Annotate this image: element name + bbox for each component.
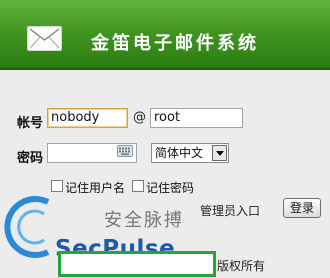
- header-bar: 金笛电子邮件系统: [0, 0, 330, 68]
- app-title: 金笛电子邮件系统: [91, 33, 259, 54]
- copyright-text: 版权所有: [217, 259, 266, 273]
- watermark-cn-text: 安全脉搏: [104, 210, 184, 231]
- secpulse-logo-icon: [0, 180, 60, 278]
- account-label: 帐号: [17, 116, 44, 131]
- domain-input[interactable]: root: [150, 108, 243, 128]
- remember-username-label: 记住用户名: [65, 181, 126, 195]
- password-label: 密码: [17, 151, 44, 166]
- at-sign: @: [133, 110, 146, 125]
- chevron-down-icon[interactable]: [212, 145, 227, 161]
- login-button[interactable]: 登录: [283, 198, 321, 218]
- envelope-icon: [27, 26, 62, 51]
- username-input[interactable]: nobody: [47, 108, 128, 128]
- header-divider: [0, 68, 330, 70]
- admin-link[interactable]: 管理员入口: [200, 202, 260, 219]
- remember-password-checkbox[interactable]: [132, 180, 144, 192]
- redaction-box: [58, 251, 216, 277]
- keyboard-icon[interactable]: [117, 145, 133, 157]
- remember-password-label: 记住密码: [146, 181, 195, 195]
